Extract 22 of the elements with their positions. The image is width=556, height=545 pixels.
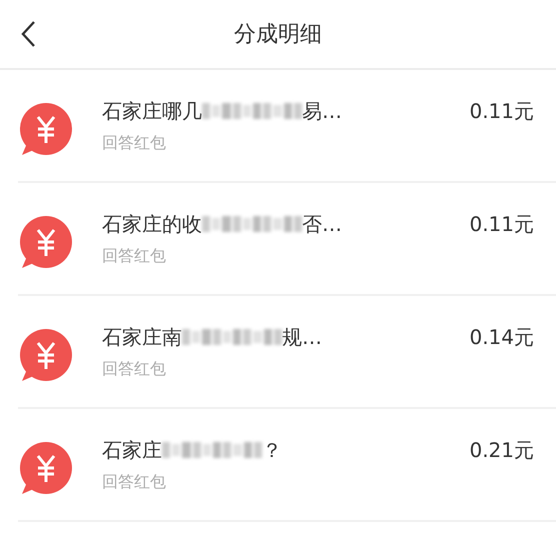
- back-icon[interactable]: [20, 20, 36, 48]
- item-title-end: ？: [262, 436, 282, 464]
- yuan-bubble-icon: [18, 216, 72, 270]
- item-amount: 0.11元: [469, 98, 534, 125]
- page-title: 分成明细: [234, 21, 322, 49]
- item-title-end: 易…: [302, 98, 342, 124]
- item-title-start: 石家庄哪几: [102, 98, 202, 124]
- item-title-start: 石家庄: [102, 436, 162, 464]
- item-title-end: 规…: [282, 324, 322, 350]
- item-amount: 0.21元: [469, 437, 534, 464]
- yuan-bubble-icon: [18, 328, 72, 382]
- item-subtitle: 回答红包: [102, 246, 167, 266]
- item-amount: 0.14元: [469, 324, 534, 351]
- yuan-bubble-icon: [18, 102, 72, 156]
- item-subtitle: 回答红包: [102, 358, 167, 380]
- item-subtitle: 回答红包: [102, 132, 167, 154]
- item-title-start: 石家庄南: [102, 324, 182, 350]
- item-title-start: 石家庄的收: [102, 210, 202, 238]
- item-amount: 0.11元: [469, 211, 534, 238]
- yuan-bubble-icon: [18, 442, 72, 496]
- item-subtitle: 回答红包: [102, 472, 167, 492]
- item-title-end: 否…: [302, 210, 342, 238]
